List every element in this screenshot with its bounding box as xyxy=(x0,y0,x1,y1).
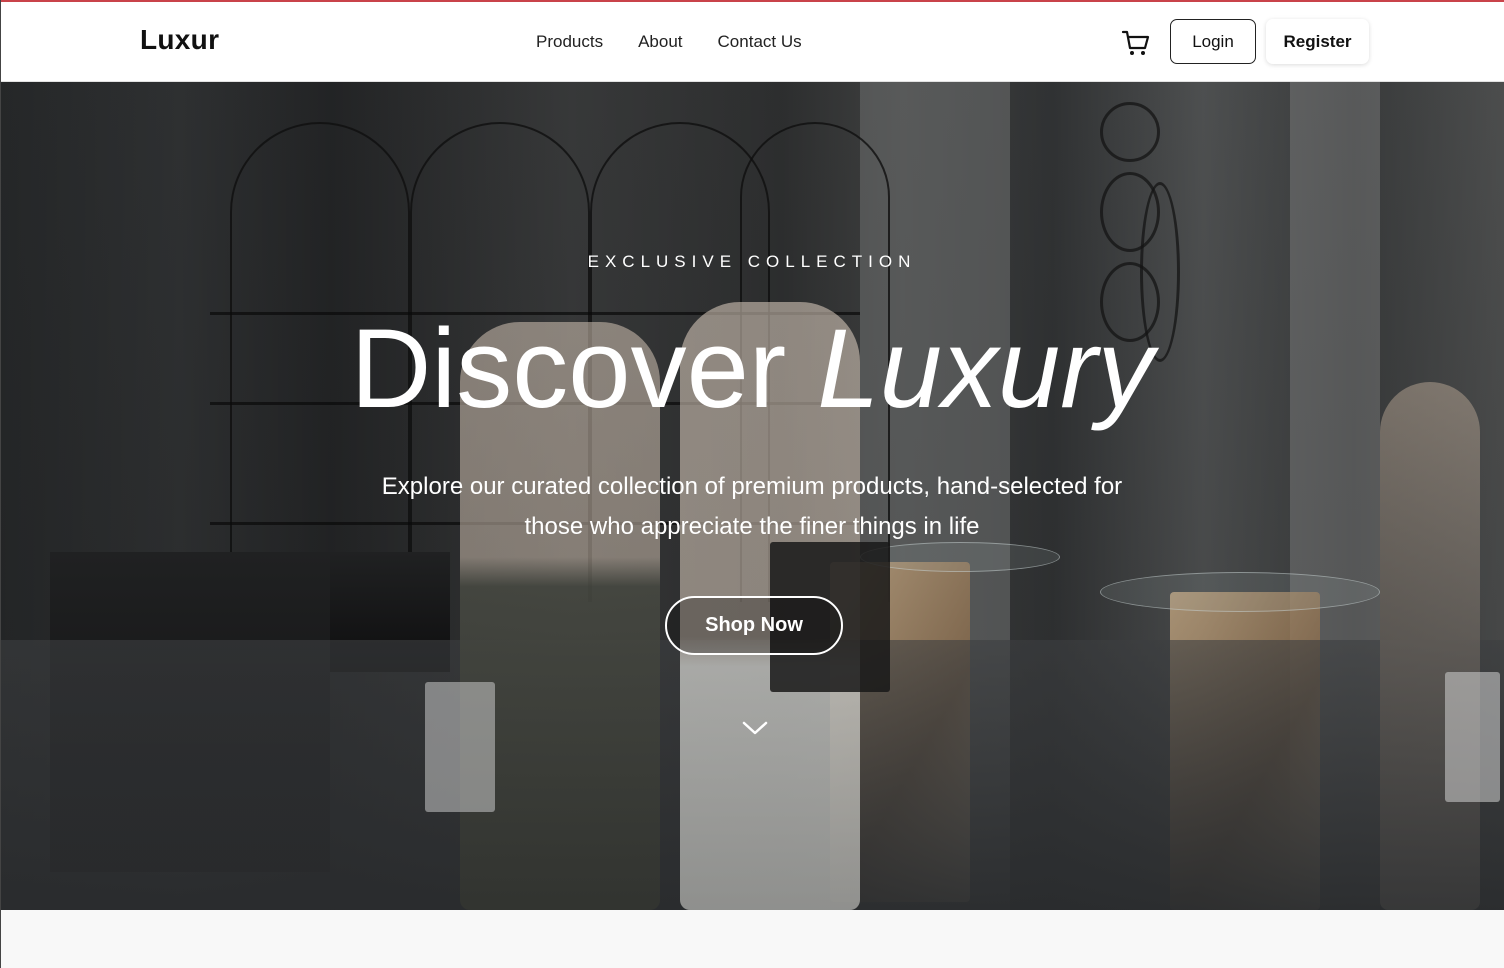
main-nav: Products About Contact Us xyxy=(536,32,802,52)
headline-main: Discover xyxy=(350,306,787,431)
chevron-down-icon[interactable] xyxy=(740,718,770,738)
login-button[interactable]: Login xyxy=(1170,19,1256,64)
hero-headline: Discover Luxury xyxy=(0,304,1504,434)
window-edge xyxy=(0,0,1,968)
register-button[interactable]: Register xyxy=(1266,19,1369,64)
nav-link-contact[interactable]: Contact Us xyxy=(718,32,802,52)
nav-link-products[interactable]: Products xyxy=(536,32,603,52)
site-header: Luxur Products About Contact Us Login Re… xyxy=(0,2,1504,82)
hero-subtitle: Explore our curated collection of premiu… xyxy=(381,473,1123,540)
headline-accent: Luxury xyxy=(817,306,1154,431)
hero-content: EXCLUSIVE COLLECTION Discover Luxury Exp… xyxy=(0,82,1504,910)
hero-section: EXCLUSIVE COLLECTION Discover Luxury Exp… xyxy=(0,82,1504,910)
next-section xyxy=(0,910,1504,968)
shop-now-button[interactable]: Shop Now xyxy=(665,596,843,655)
nav-link-about[interactable]: About xyxy=(638,32,682,52)
hero-eyebrow: EXCLUSIVE COLLECTION xyxy=(587,252,917,271)
brand-logo[interactable]: Luxur xyxy=(140,24,219,56)
shopping-cart-icon[interactable] xyxy=(1120,27,1152,59)
